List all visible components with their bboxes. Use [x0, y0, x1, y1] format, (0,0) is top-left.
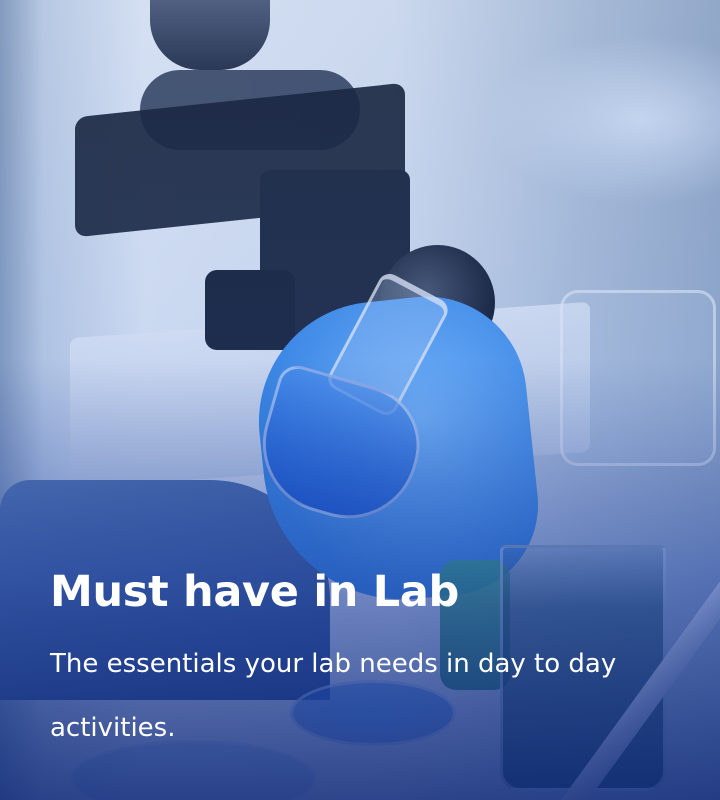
- banner-title: Must have in Lab: [50, 567, 460, 617]
- banner-text: Must have in Lab The essentials your lab…: [50, 560, 670, 760]
- banner-subtitle: The essentials your lab needs in day to …: [50, 649, 617, 743]
- lab-essentials-card[interactable]: Must have in Lab The essentials your lab…: [0, 0, 720, 800]
